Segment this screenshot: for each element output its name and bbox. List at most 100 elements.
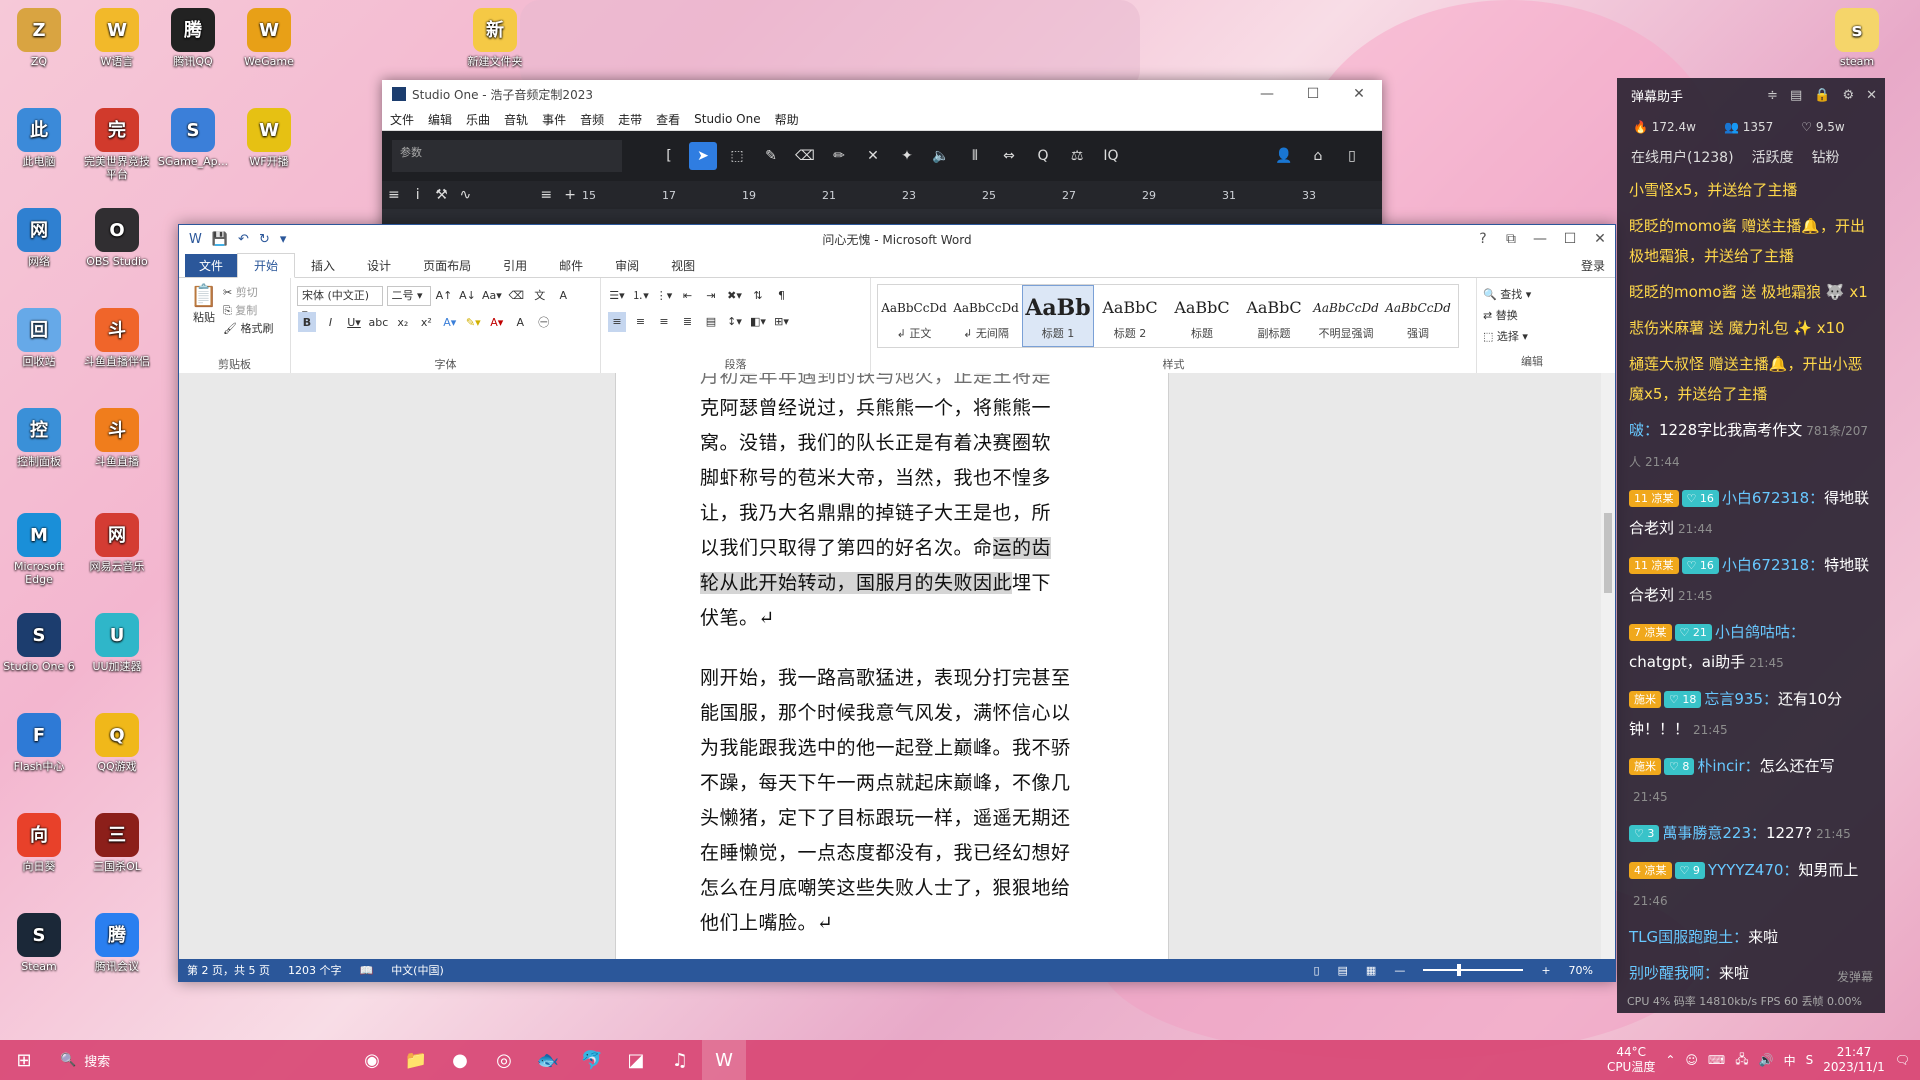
paste-button[interactable]: 📋 粘贴 xyxy=(185,284,223,338)
arrow-tool-icon[interactable]: ➤ xyxy=(689,142,717,170)
shading-icon[interactable]: ◧▾ xyxy=(749,312,767,332)
douyu-taskbar-icon[interactable]: 🐟 xyxy=(526,1040,570,1080)
ime-indicator[interactable]: 中 xyxy=(1784,1052,1796,1069)
danmaku-panel[interactable]: 弹幕助手 ≑ ▤ 🔒 ⚙ ✕ 🔥 172.4w 👥 1357 ♡ 9.5w 在线用户… xyxy=(1617,78,1885,1013)
chat-username[interactable]: TLG国服跑跑土： xyxy=(1629,928,1748,946)
italic-icon[interactable]: I xyxy=(322,312,340,332)
menu-item[interactable]: 文件 xyxy=(390,111,414,128)
doc-paragraph-2[interactable]: 刚开始，我一路高歌猛进，表现分打完甚至 能国服，那个时候我意气风发，满怀信心以 为我… xyxy=(700,661,1095,941)
borders-icon[interactable]: ⊞▾ xyxy=(773,312,791,332)
metronome-icon[interactable]: ⚖ xyxy=(1063,142,1091,170)
filter-icon[interactable]: ≑ xyxy=(1767,88,1778,103)
clear-format-icon[interactable]: ⌫ xyxy=(507,286,525,306)
subscript-icon[interactable]: x₂ xyxy=(394,312,412,332)
align-left-icon[interactable]: ≡ xyxy=(608,311,626,332)
quantize-icon[interactable]: ⇔ xyxy=(995,142,1023,170)
notes-icon[interactable]: ▤ xyxy=(1790,88,1802,103)
range-tool-icon[interactable]: ⬚ xyxy=(723,142,751,170)
line-spacing-icon[interactable]: ↕▾ xyxy=(726,312,744,332)
desktop-icon[interactable]: 新新建文件夹 xyxy=(458,8,532,68)
chat-message[interactable]: 眨眨的momo酱 赠送主播🔔，开出极地霜狼，并送给了主播 xyxy=(1617,208,1885,274)
desktop-icon[interactable]: 斗斗鱼直播 xyxy=(80,408,154,468)
maximize-icon[interactable]: ☐ xyxy=(1290,86,1336,102)
chat-username[interactable]: 朴incir： xyxy=(1697,757,1759,775)
tracklist-icon[interactable]: ≡ xyxy=(537,181,555,209)
align-right-icon[interactable]: ≡ xyxy=(655,312,673,332)
desktop-icon[interactable]: 网网络 xyxy=(2,208,76,268)
document-page[interactable]: 月初是年年遇到的铁与炮火，正是王将是 克阿瑟曾经说过，兵熊熊一个，将熊熊一 窝。没… xyxy=(615,373,1169,959)
multilevel-list-icon[interactable]: ⋮▾ xyxy=(655,286,673,306)
chat-message[interactable]: 11 凉某 ♡ 16 小白672318：特地联合老刘 21:45 xyxy=(1617,547,1885,614)
desktop-icon[interactable]: 控控制面板 xyxy=(2,408,76,468)
style-item[interactable]: AaBbC 标题 2 xyxy=(1094,285,1166,347)
list-icon[interactable]: ≡ xyxy=(385,181,403,209)
style-item[interactable]: AaBb 标题 1 xyxy=(1022,285,1094,347)
login-link[interactable]: 登录 xyxy=(1571,254,1615,277)
desktop-icon[interactable]: 回回收站 xyxy=(2,308,76,368)
desktop-icon[interactable]: F Flash中心 xyxy=(2,713,76,773)
ribbon-display-icon[interactable]: ⧉ xyxy=(1497,231,1525,247)
add-track-icon[interactable]: + xyxy=(561,181,579,209)
user-icon[interactable]: 👤 xyxy=(1270,142,1298,170)
send-danmaku-button[interactable]: 发弹幕 xyxy=(1837,968,1873,985)
help-button[interactable]: ? xyxy=(1469,231,1497,247)
menu-item[interactable]: 音轨 xyxy=(504,111,528,128)
zoom-out-icon[interactable]: — xyxy=(1394,964,1405,977)
language-indicator[interactable]: 中文(中国) xyxy=(391,962,444,978)
strikethrough-icon[interactable]: abc xyxy=(369,312,389,332)
tab-8[interactable]: 视图 xyxy=(655,254,711,277)
desktop-icon[interactable]: W WF开播 xyxy=(232,108,306,168)
shrink-font-icon[interactable]: A↓ xyxy=(459,286,477,306)
tray-app-icon[interactable]: ☺ xyxy=(1685,1053,1698,1067)
undo-icon[interactable]: ↶ xyxy=(238,232,249,247)
style-item[interactable]: AaBbC 副标题 xyxy=(1238,285,1310,347)
style-item[interactable]: AaBbCcDd 不明显强调 xyxy=(1310,285,1382,347)
sort-icon[interactable]: ⇅ xyxy=(749,286,767,306)
grow-font-icon[interactable]: A↑ xyxy=(435,286,453,306)
chat-message[interactable]: ♡ 3 萬事勝意223：1227? 21:45 xyxy=(1617,815,1885,852)
numbering-icon[interactable]: ⒈▾ xyxy=(632,285,650,305)
char-border-icon[interactable]: A xyxy=(554,286,572,306)
automation-icon[interactable]: ∿ xyxy=(456,181,474,209)
sogou-icon[interactable]: S xyxy=(1806,1053,1814,1067)
cut-button[interactable]: ✂ 剪切 xyxy=(223,284,273,302)
print-layout-icon[interactable]: ▤ xyxy=(1338,964,1348,977)
menu-item[interactable]: 帮助 xyxy=(775,111,799,128)
increase-indent-icon[interactable]: ⇥ xyxy=(702,286,720,306)
char-shading-icon[interactable]: A xyxy=(511,312,529,332)
chat-message[interactable]: 4 凉某 ♡ 9 YYYYZ470：知男而上 21:46 xyxy=(1617,852,1885,919)
save-icon[interactable]: 💾 xyxy=(212,232,228,247)
chat-message[interactable]: 7 凉某 ♡ 21 小白鸽咕咕： chatgpt，ai助手 21:45 xyxy=(1617,614,1885,681)
chevron-up-icon[interactable]: ⌃ xyxy=(1665,1053,1675,1067)
phonetic-guide-icon[interactable]: 文 xyxy=(531,285,549,305)
clock[interactable]: 21:47 2023/11/1 xyxy=(1823,1045,1885,1075)
select-button[interactable]: ⬚ 选择 ▾ xyxy=(1483,326,1581,347)
chat-messages[interactable]: 小雪怪x5，并送给了主播 眨眨的momo酱 赠送主播🔔，开出极地霜狼，并送给了主播… xyxy=(1617,172,1885,991)
underline-icon[interactable]: U▾ xyxy=(345,312,363,332)
desktop-icon[interactable]: 此此电脑 xyxy=(2,108,76,168)
chat-username[interactable]: 啵： xyxy=(1629,421,1659,439)
chat-message[interactable]: 施米 ♡ 8 朴incir：怎么还在写 21:45 xyxy=(1617,748,1885,815)
tab-7[interactable]: 审阅 xyxy=(599,254,655,277)
tab-1[interactable]: 开始 xyxy=(237,253,296,278)
lock-icon[interactable]: 🔒 xyxy=(1814,88,1830,103)
chat-message[interactable]: 樋莲大叔怪 赠送主播🔔，开出小恶魔x5，并送给了主播 xyxy=(1617,346,1885,412)
menu-item[interactable]: 走带 xyxy=(618,111,642,128)
chat-message[interactable]: 小雪怪x5，并送给了主播 xyxy=(1617,172,1885,208)
parameter-box[interactable]: 参数 xyxy=(392,140,622,172)
listen-tool-icon[interactable]: 🔈 xyxy=(927,142,955,170)
chat-username[interactable]: 别吵醒我啊： xyxy=(1629,964,1719,982)
menu-item[interactable]: 音频 xyxy=(580,111,604,128)
snap-icon[interactable]: ⫴ xyxy=(961,142,989,170)
format-painter-button[interactable]: 🖌 格式刷 xyxy=(223,320,273,338)
explorer-taskbar-icon[interactable]: 📁 xyxy=(394,1040,438,1080)
change-case-icon[interactable]: Aa▾ xyxy=(482,286,502,306)
style-item[interactable]: AaBbCcDd ↲ 无间隔 xyxy=(950,285,1022,347)
tab-4[interactable]: 页面布局 xyxy=(407,254,487,277)
replace-button[interactable]: ⇄ 替换 xyxy=(1483,305,1581,326)
desktop-icon[interactable]: Q QQ游戏 xyxy=(80,713,154,773)
scrollbar-thumb[interactable] xyxy=(1604,513,1612,593)
superscript-icon[interactable]: x² xyxy=(417,312,435,332)
zoom-icon[interactable]: Q xyxy=(1029,142,1057,170)
read-mode-icon[interactable]: ▯ xyxy=(1313,964,1319,977)
